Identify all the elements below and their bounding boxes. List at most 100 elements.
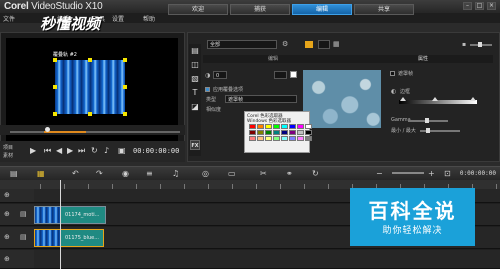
mode-clip[interactable]: 素材 [3, 152, 13, 159]
folder-icon[interactable] [305, 41, 313, 48]
color-swatch[interactable] [305, 124, 312, 129]
mixer-icon[interactable]: ≡ [146, 170, 153, 178]
gradient-high-thumb[interactable] [470, 97, 476, 101]
overlay-clip-preview[interactable] [55, 60, 125, 114]
gradient-mid-thumb[interactable] [432, 97, 438, 101]
type-dropdown[interactable]: 遮罩帧 [225, 95, 297, 103]
menu-settings[interactable]: 设置 [112, 14, 124, 23]
color-swatch[interactable] [290, 71, 297, 78]
color-swatch[interactable] [257, 124, 264, 129]
tab-welcome[interactable]: 欢迎 [168, 4, 228, 15]
mask-icon[interactable]: ◑ [205, 72, 210, 79]
storyboard-view-icon[interactable]: ▤ [10, 170, 18, 178]
maximize-icon[interactable]: □ [475, 2, 484, 10]
thumbnail-slider-thumb[interactable] [478, 42, 482, 47]
track-lock-icon[interactable]: ▤ [20, 233, 27, 241]
mask-checkbox[interactable] [390, 71, 395, 76]
color-swatch[interactable] [281, 136, 288, 141]
min-max-slider-thumb[interactable] [426, 128, 430, 133]
color-swatch[interactable] [281, 130, 288, 135]
zoom-out-icon[interactable]: − [376, 170, 383, 178]
preview-scrubber[interactable] [0, 125, 185, 135]
motion-icon[interactable]: ◎ [202, 170, 209, 178]
filter-fx-icon[interactable]: FX [190, 140, 200, 150]
color-swatch[interactable] [297, 136, 304, 141]
split-icon[interactable]: ✂ [260, 170, 267, 178]
menu-file[interactable]: 文件 [3, 14, 15, 23]
title-icon[interactable]: T [190, 88, 200, 98]
end-icon[interactable]: ⏭ [78, 147, 85, 155]
record-icon[interactable]: ◉ [122, 170, 129, 178]
menu-help[interactable]: 帮助 [143, 14, 155, 23]
tab-capture[interactable]: 捕获 [230, 4, 290, 15]
transition-icon[interactable]: ▧ [190, 74, 200, 84]
color-swatch[interactable] [265, 124, 272, 129]
color-swatch[interactable] [305, 130, 312, 135]
color-swatch[interactable] [289, 130, 296, 135]
color-swatch[interactable] [257, 130, 264, 135]
fit-icon[interactable]: ⊡ [444, 170, 451, 178]
folder-icon[interactable]: ⚙ [282, 40, 288, 48]
apply-overlay-checkbox[interactable] [205, 87, 210, 92]
color-picker[interactable] [318, 40, 330, 49]
color-swatch[interactable] [249, 124, 256, 129]
thumbnail-size-icon[interactable]: ▪ [462, 41, 466, 48]
color-swatch[interactable] [273, 130, 280, 135]
zoom-dropdown[interactable]: 0 [213, 71, 227, 79]
volume-icon[interactable]: ♪ [104, 147, 109, 155]
track-toggle-icon[interactable]: ⊕ [4, 210, 10, 218]
resize-handle[interactable] [123, 112, 127, 116]
gamma-slider-thumb[interactable] [425, 118, 429, 123]
resize-handle[interactable] [88, 58, 92, 62]
rotate-icon[interactable]: ↻ [312, 170, 319, 178]
color-swatch[interactable] [257, 136, 264, 141]
color-swatch[interactable] [297, 130, 304, 135]
play-icon[interactable]: ▶ [30, 147, 36, 155]
instant-project-icon[interactable]: ◫ [190, 60, 200, 70]
gray-gradient-bar[interactable] [399, 100, 477, 104]
color-swatch[interactable] [289, 136, 296, 141]
resize-handle[interactable] [53, 58, 57, 62]
color-swatch[interactable] [273, 136, 280, 141]
grid-icon[interactable]: ▦ [333, 40, 340, 48]
color-swatch[interactable] [305, 136, 312, 141]
track-lock-icon[interactable]: ▤ [20, 210, 27, 218]
gradient-low-thumb[interactable] [400, 97, 406, 101]
color-swatch[interactable] [273, 124, 280, 129]
minimize-icon[interactable]: – [463, 2, 472, 10]
track-toggle-icon[interactable]: ⊕ [4, 191, 10, 199]
track-toggle-icon[interactable]: ⊕ [4, 233, 10, 241]
resize-handle[interactable] [53, 112, 57, 116]
home-icon[interactable]: ⏮ [44, 147, 51, 155]
title-track[interactable] [34, 250, 500, 269]
scrub-track[interactable] [10, 131, 180, 133]
track-toggle-icon[interactable]: ⊕ [4, 255, 10, 263]
color-swatch[interactable] [265, 130, 272, 135]
timeline-timecode[interactable]: 0:00:00:00 [460, 170, 496, 177]
media-icon[interactable]: ▤ [190, 46, 200, 56]
color-swatch[interactable] [289, 124, 296, 129]
resize-handle[interactable] [123, 85, 127, 89]
auto-music-icon[interactable]: ♫ [172, 170, 179, 178]
mode-project[interactable]: 项目 [3, 144, 13, 151]
color-swatch[interactable] [265, 136, 272, 141]
color-swatch[interactable] [281, 124, 288, 129]
resize-handle[interactable] [53, 85, 57, 89]
graphic-icon[interactable]: ◪ [190, 102, 200, 112]
tab-edit[interactable]: 编辑 [292, 4, 352, 15]
timeline-clip-selected[interactable]: 01175_blue... [34, 229, 104, 247]
tab-attributes[interactable]: 属性 [353, 55, 493, 63]
close-icon[interactable]: × [487, 2, 496, 10]
playhead[interactable] [60, 180, 61, 269]
redo-icon[interactable]: ↷ [96, 170, 103, 178]
undo-icon[interactable]: ↶ [72, 170, 79, 178]
border-icon[interactable]: ◐ [391, 88, 396, 95]
resize-handle[interactable] [123, 58, 127, 62]
prev-frame-icon[interactable]: ◀ [56, 147, 62, 155]
color-swatch[interactable] [297, 124, 304, 129]
trim-range[interactable] [44, 131, 86, 133]
repeat-icon[interactable]: ↻ [91, 147, 98, 155]
zoom-in-icon[interactable]: + [428, 170, 435, 178]
link-icon[interactable]: ⚭ [286, 170, 293, 178]
opacity-dropdown[interactable] [274, 71, 287, 79]
